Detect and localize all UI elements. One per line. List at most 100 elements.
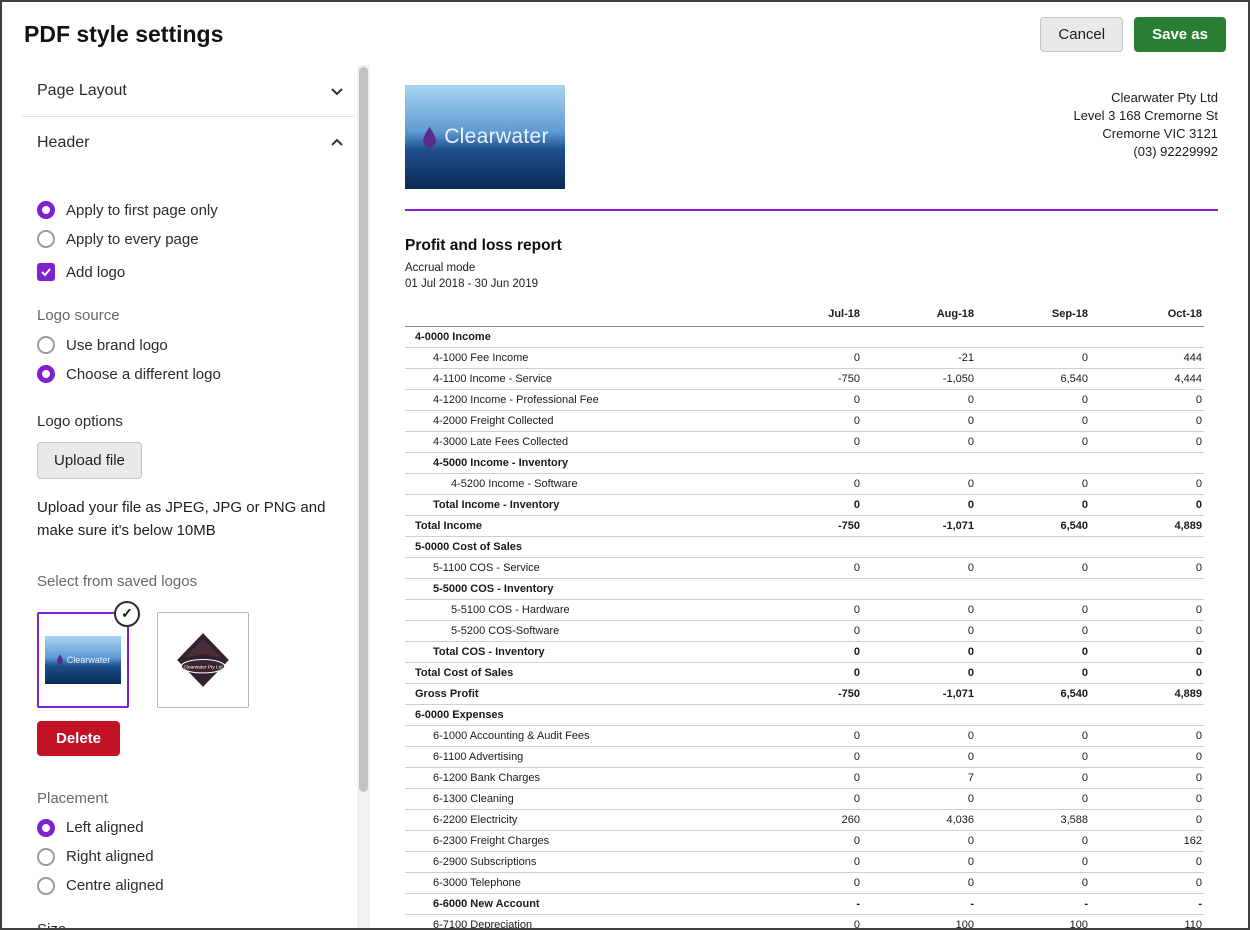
amount-cell: 0 — [862, 873, 976, 894]
amount-cell: 0 — [748, 726, 862, 747]
company-logo: Clearwater — [405, 85, 565, 189]
amount-cell: 0 — [748, 768, 862, 789]
saved-logo-clearwater-blue[interactable]: Clearwater ✓ — [37, 612, 129, 708]
top-bar-actions: Cancel Save as — [1040, 17, 1226, 52]
report-row: Gross Profit-750-1,0716,5404,889 — [405, 684, 1204, 705]
amount-cell: 162 — [1090, 831, 1204, 852]
placement-option-0[interactable]: Left aligned — [37, 819, 354, 837]
placement-option-1[interactable]: Right aligned — [37, 848, 354, 866]
report-title: Profit and loss report — [405, 237, 1218, 255]
radio-selected-icon — [37, 365, 55, 383]
report-row: Total Income - Inventory0000 — [405, 495, 1204, 516]
amount-cell: 4,889 — [1090, 684, 1204, 705]
account-label: Total COS - Inventory — [405, 642, 748, 663]
amount-cell — [1090, 537, 1204, 558]
amount-cell: 0 — [976, 768, 1090, 789]
report-row: 4-5000 Income - Inventory — [405, 453, 1204, 474]
radio-label: Left aligned — [66, 819, 144, 836]
amount-cell: 0 — [748, 432, 862, 453]
table-header-row: Jul-18Aug-18Sep-18Oct-18 — [405, 305, 1204, 327]
account-label: 5-5100 COS - Hardware — [405, 600, 748, 621]
amount-cell: 0 — [862, 558, 976, 579]
accordion-header[interactable]: Header — [22, 117, 354, 169]
placement-label: Placement — [37, 790, 354, 807]
report-row: 5-5200 COS-Software0000 — [405, 621, 1204, 642]
account-label: 4-3000 Late Fees Collected — [405, 432, 748, 453]
amount-cell: - — [976, 894, 1090, 915]
pdf-header-region: Clearwater Clearwater Pty LtdLevel 3 168… — [405, 85, 1218, 189]
water-drop-icon — [421, 126, 438, 149]
sidebar-scrollbar[interactable] — [357, 65, 370, 928]
amount-cell — [748, 537, 862, 558]
amount-cell: 0 — [862, 831, 976, 852]
amount-cell: 0 — [1090, 411, 1204, 432]
sidebar-scrollbar-thumb[interactable] — [359, 67, 368, 792]
amount-cell: 0 — [748, 600, 862, 621]
radio-selected-icon — [37, 201, 55, 219]
crest-logo-thumbnail: Clearwater Pty Ltd — [172, 629, 234, 691]
amount-cell: 0 — [976, 474, 1090, 495]
account-label: 6-2200 Electricity — [405, 810, 748, 831]
amount-cell: 0 — [862, 432, 976, 453]
saved-logos-label: Select from saved logos — [37, 573, 354, 590]
amount-cell: -1,050 — [862, 369, 976, 390]
account-label: 6-2300 Freight Charges — [405, 831, 748, 852]
report-row: 6-7100 Depreciation0100100110 — [405, 915, 1204, 929]
company-address-line: Cremorne VIC 3121 — [1073, 125, 1218, 143]
logo-source-option-0[interactable]: Use brand logo — [37, 336, 354, 354]
amount-cell — [1090, 453, 1204, 474]
amount-cell — [862, 579, 976, 600]
report-row: 6-6000 New Account---- — [405, 894, 1204, 915]
accordion-page-layout[interactable]: Page Layout — [22, 65, 354, 117]
amount-cell: 0 — [748, 558, 862, 579]
add-logo-checkbox[interactable]: Add logo — [37, 263, 354, 281]
amount-cell: 100 — [862, 915, 976, 929]
logo-source-option-1[interactable]: Choose a different logo — [37, 365, 354, 383]
report-row: 5-1100 COS - Service0000 — [405, 558, 1204, 579]
delete-logo-button[interactable]: Delete — [37, 721, 120, 756]
account-label: Total Income — [405, 516, 748, 537]
report-row: 4-1200 Income - Professional Fee0000 — [405, 390, 1204, 411]
account-label: 6-6000 New Account — [405, 894, 748, 915]
amount-cell: 100 — [976, 915, 1090, 929]
account-label: 6-0000 Expenses — [405, 705, 748, 726]
checkbox-checked-icon — [37, 263, 55, 281]
amount-cell: 0 — [1090, 810, 1204, 831]
placement-option-2[interactable]: Centre aligned — [37, 877, 354, 895]
save-as-button[interactable]: Save as — [1134, 17, 1226, 52]
radio-icon — [37, 230, 55, 248]
report-row: Total COS - Inventory0000 — [405, 642, 1204, 663]
amount-cell: 0 — [976, 621, 1090, 642]
amount-cell: 0 — [976, 831, 1090, 852]
amount-cell: 0 — [976, 432, 1090, 453]
account-label: 4-1000 Fee Income — [405, 348, 748, 369]
amount-cell — [748, 579, 862, 600]
amount-cell: 0 — [1090, 768, 1204, 789]
upload-file-button[interactable]: Upload file — [37, 442, 142, 479]
report-row: 4-5200 Income - Software0000 — [405, 474, 1204, 495]
amount-cell: 0 — [1090, 600, 1204, 621]
logo-source-label: Logo source — [37, 307, 354, 324]
report-row: 6-0000 Expenses — [405, 705, 1204, 726]
report-row: 6-1100 Advertising0000 — [405, 747, 1204, 768]
amount-cell — [862, 705, 976, 726]
amount-cell: 4,889 — [1090, 516, 1204, 537]
amount-cell — [1090, 327, 1204, 348]
saved-logo-clearwater-crest[interactable]: Clearwater Pty Ltd — [157, 612, 249, 708]
cancel-button[interactable]: Cancel — [1040, 17, 1123, 52]
amount-cell: 0 — [748, 789, 862, 810]
amount-cell: 4,036 — [862, 810, 976, 831]
apply-options-radio-group: Apply to first page only Apply to every p… — [37, 201, 354, 248]
amount-cell: 0 — [1090, 390, 1204, 411]
amount-cell: 0 — [748, 495, 862, 516]
account-label: 6-1300 Cleaning — [405, 789, 748, 810]
month-column-header: Sep-18 — [976, 305, 1090, 327]
radio-selected-icon — [37, 819, 55, 837]
radio-icon — [37, 877, 55, 895]
header-label: Header — [37, 134, 89, 152]
report-row: 5-0000 Cost of Sales — [405, 537, 1204, 558]
report-row: 5-5000 COS - Inventory — [405, 579, 1204, 600]
apply-option-0[interactable]: Apply to first page only — [37, 201, 354, 219]
apply-option-1[interactable]: Apply to every page — [37, 230, 354, 248]
amount-cell — [976, 453, 1090, 474]
